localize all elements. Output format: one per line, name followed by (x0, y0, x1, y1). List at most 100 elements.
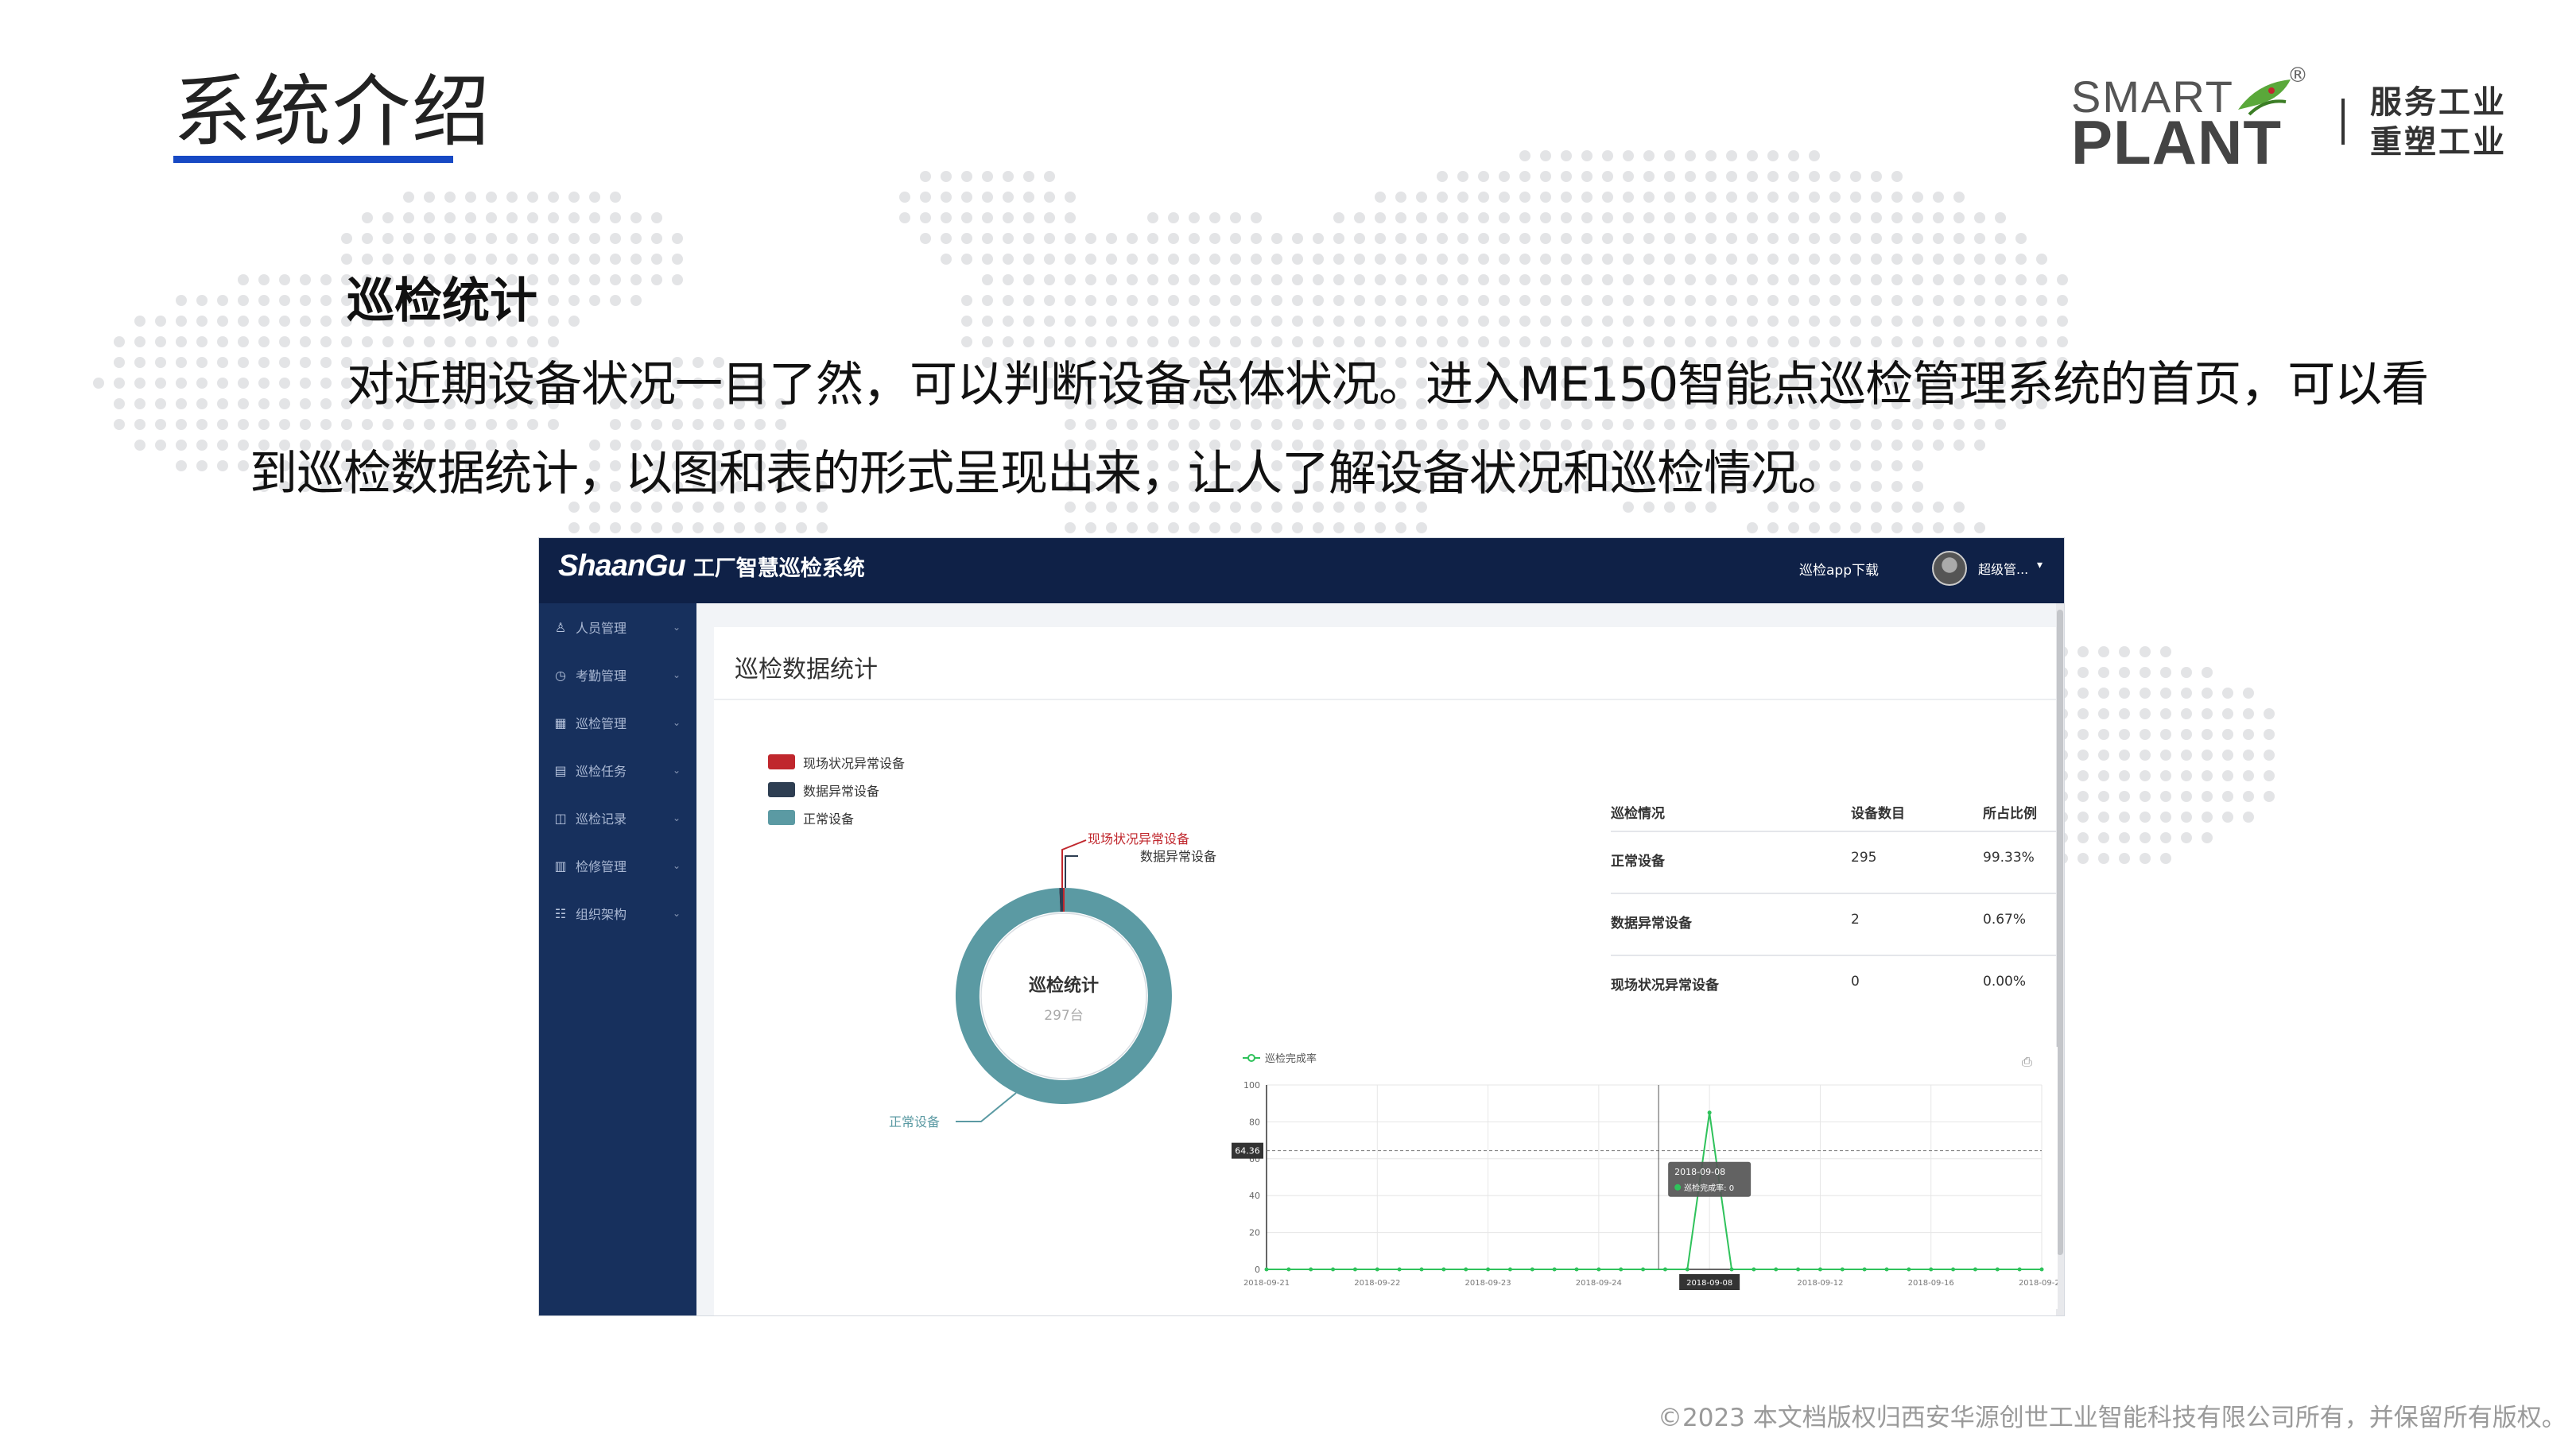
map-dot (1519, 295, 1530, 306)
map-dot (155, 316, 166, 327)
user-name[interactable]: 超级管... (1978, 559, 2028, 578)
map-dot (920, 233, 931, 244)
legend-item[interactable]: 正常设备 (768, 804, 905, 831)
map-dot (1623, 295, 1634, 306)
sidebar-item[interactable]: ♙ 人员管理 ⌄ (539, 603, 696, 651)
app-download-link[interactable]: 巡检app下载 (1799, 559, 1879, 579)
map-dot (2160, 688, 2171, 699)
legend-item[interactable]: 现场状况异常设备 (768, 748, 905, 776)
map-dot (196, 419, 208, 430)
map-dot (1912, 233, 1923, 244)
map-dot (341, 233, 352, 244)
map-dot (610, 274, 621, 285)
map-dot (1395, 522, 1406, 533)
user-avatar[interactable] (1932, 551, 1967, 586)
map-dot (1747, 295, 1758, 306)
series-point (1596, 1267, 1601, 1272)
map-dot (238, 460, 249, 471)
map-dot (2098, 708, 2109, 719)
map-dot (1313, 295, 1324, 306)
sidebar-item[interactable]: ◫ 巡检记录 ⌄ (539, 794, 696, 842)
legend-item[interactable]: 数据异常设备 (768, 776, 905, 804)
map-dot (1809, 522, 1820, 533)
map-dot (1643, 295, 1655, 306)
scrollbar-thumb[interactable] (2057, 610, 2063, 1255)
map-dot (1623, 274, 1634, 285)
map-dot (1251, 295, 1262, 306)
sidebar-item[interactable]: ▦ 巡检管理 ⌄ (539, 699, 696, 746)
map-dot (1995, 233, 2006, 244)
map-dot (2077, 667, 2089, 678)
map-dot (2119, 832, 2130, 843)
sidebar-item[interactable]: ◷ 考勤管理 ⌄ (539, 651, 696, 699)
series-point (1552, 1267, 1557, 1272)
map-dot (1540, 274, 1551, 285)
map-dot (961, 212, 972, 223)
map-dot (1457, 233, 1468, 244)
sidebar-item[interactable]: ▥ 检修管理 ⌄ (539, 842, 696, 889)
series-point (1641, 1267, 1646, 1272)
map-dot (1561, 295, 1572, 306)
map-dot (2140, 832, 2151, 843)
map-dot (93, 378, 104, 389)
map-dot (2119, 667, 2130, 678)
map-dot (217, 295, 228, 306)
map-dot (1602, 295, 1613, 306)
map-dot (1519, 212, 1530, 223)
map-dot (610, 254, 621, 265)
map-dot (1561, 192, 1572, 203)
map-dot (1685, 192, 1696, 203)
map-dot (1003, 254, 1014, 265)
map-dot (1891, 295, 1903, 306)
map-dot (1457, 212, 1468, 223)
map-dot (1333, 254, 1344, 265)
map-dot (134, 419, 145, 430)
map-dot (1209, 522, 1220, 533)
map-dot (1209, 212, 1220, 223)
map-dot (1933, 274, 1944, 285)
map-dot (320, 316, 332, 327)
series-point (1818, 1267, 1822, 1272)
map-dot (2264, 708, 2275, 719)
map-dot (982, 295, 993, 306)
copyright-notice: ©2023 本文档版权归西安华源创世工业智能科技有限公司所有，并保留所有版权。 (1658, 1404, 2566, 1432)
map-dot (465, 212, 476, 223)
user-menu-caret-icon[interactable]: ▾ (2037, 559, 2043, 571)
map-dot (1664, 233, 1675, 244)
map-dot (982, 171, 993, 182)
map-dot (610, 192, 621, 203)
map-dot (2140, 708, 2151, 719)
map-dot (2264, 729, 2275, 740)
map-dot (1437, 254, 1448, 265)
legend-label: 正常设备 (803, 811, 855, 827)
sidebar-item[interactable]: ▤ 巡检任务 ⌄ (539, 746, 696, 794)
map-dot (1829, 295, 1841, 306)
sidebar-item[interactable]: ☷ 组织架构 ⌄ (539, 889, 696, 937)
map-dot (444, 192, 456, 203)
map-dot (2264, 791, 2275, 802)
map-dot (1023, 233, 1034, 244)
map-dot (1953, 212, 1965, 223)
map-dot (2140, 770, 2151, 781)
map-dot (2140, 853, 2151, 864)
row-name: 正常设备 (1611, 854, 1665, 870)
map-dot (2160, 646, 2171, 657)
map-dot (1581, 171, 1593, 182)
map-dot (589, 192, 600, 203)
map-dot (1726, 316, 1737, 327)
map-dot (217, 378, 228, 389)
map-dot (1292, 254, 1303, 265)
map-dot (1767, 274, 1779, 285)
map-dot (1933, 192, 1944, 203)
map-dot (196, 316, 208, 327)
sidebar-item-label: 巡检记录 (576, 812, 627, 827)
map-dot (1726, 274, 1737, 285)
map-dot (941, 233, 952, 244)
map-dot (1457, 192, 1468, 203)
map-dot (1478, 254, 1489, 265)
series-point (1862, 1267, 1867, 1272)
map-dot (1664, 295, 1675, 306)
map-dot (1664, 274, 1675, 285)
map-dot (817, 522, 828, 533)
map-dot (1767, 522, 1779, 533)
